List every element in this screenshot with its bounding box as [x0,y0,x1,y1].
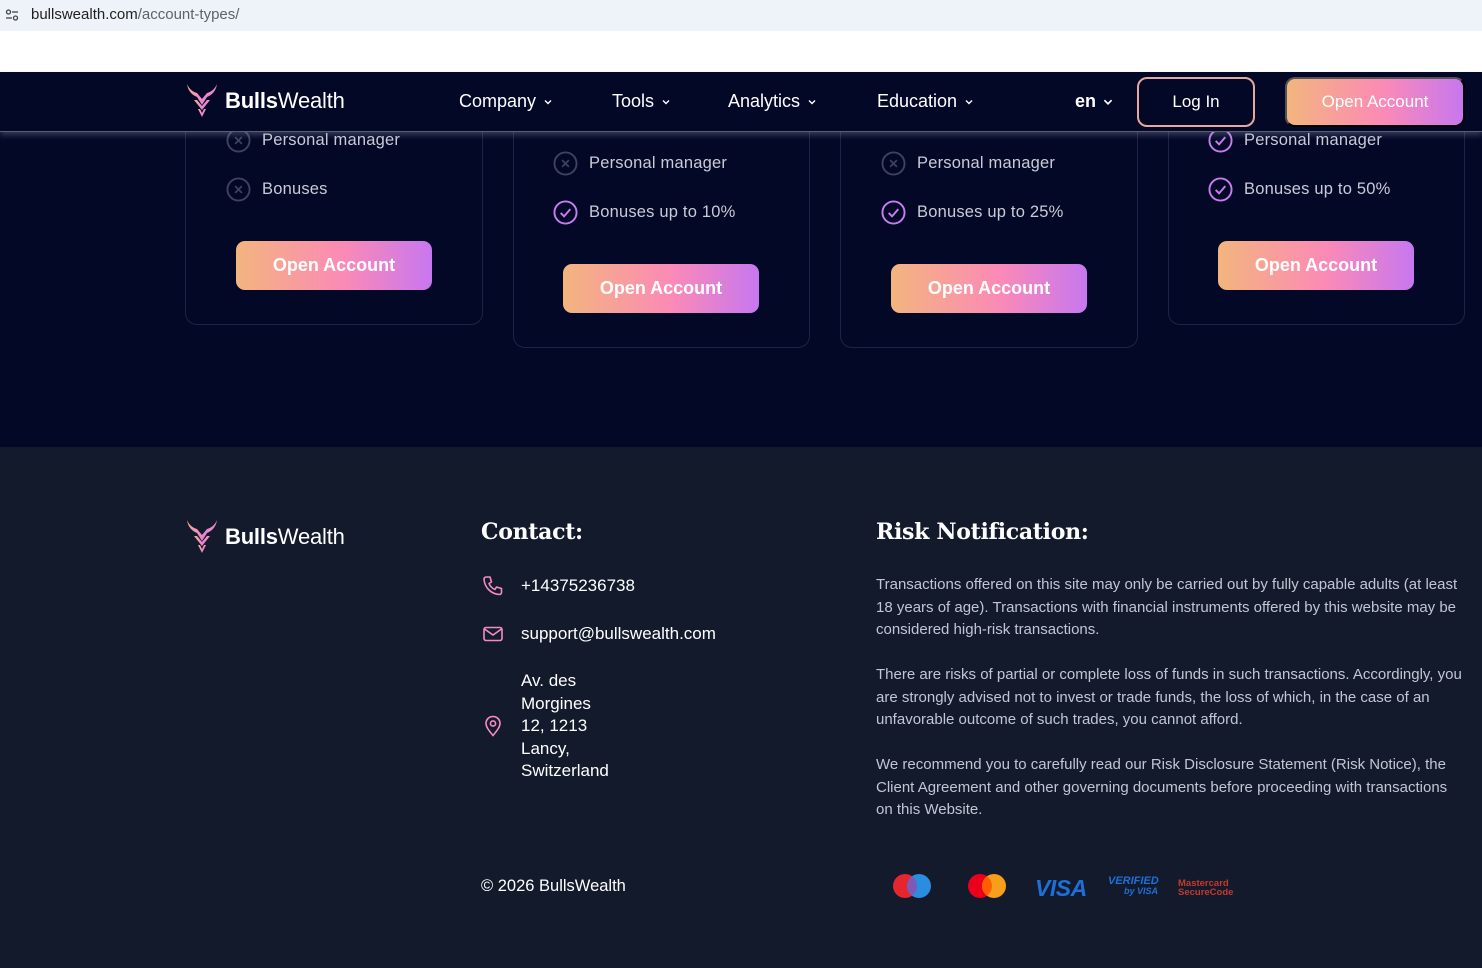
address-line: Lancy, [521,738,570,758]
verified-text: VERIFIED [1108,875,1159,887]
risk-paragraph: We recommend you to carefully read our R… [876,756,1448,818]
chevron-down-icon [544,99,552,104]
site-header: BullsWealth Company Tools Analytics Educ… [0,72,1482,132]
footer-logo[interactable]: BullsWealth [185,519,345,555]
open-account-button[interactable]: Open Account [563,264,759,313]
feature-personal-manager: Personal manager [553,151,727,176]
logo-light: Wealth [277,524,345,549]
feature-bonuses: Bonuses up to 10% [553,200,736,225]
cross-icon [553,151,578,176]
maestro-logo-icon [893,874,931,898]
feature-bonuses: Bonuses up to 50% [1208,177,1391,202]
verified-by-visa-logo: VERIFIED by VISA [1108,876,1162,910]
feature-label: Bonuses [262,180,328,198]
mastercard-logo-icon [968,874,1006,898]
feature-label: Personal manager [1244,131,1383,149]
feature-label: Personal manager [917,154,1056,172]
check-icon [553,200,578,225]
chevron-down-icon [808,99,816,104]
logo-light: Wealth [277,88,345,113]
browser-address-bar: bullswealth.com/account-types/ [0,0,1482,31]
header-logo[interactable]: BullsWealth [185,83,345,119]
feature-personal-manager: Personal manager [881,151,1055,176]
cross-icon [226,177,251,202]
address-line: Switzerland [521,761,609,780]
securecode-text: SecureCode [1178,887,1234,898]
feature-label: Personal manager [589,154,728,172]
visa-logo: VISA [1035,875,1087,901]
feature-label: Bonuses up to 10% [589,203,736,221]
nav-analytics[interactable]: Analytics [728,91,817,112]
feature-label: Personal manager [262,131,401,149]
login-button[interactable]: Log In [1137,77,1255,127]
header-open-account-button[interactable]: Open Account [1285,77,1465,127]
by-visa-text: by VISA [1123,886,1158,896]
nav-education[interactable]: Education [877,91,974,112]
phone-row[interactable]: +14375236738 [481,574,635,598]
risk-paragraph: Transactions offered on this site may on… [876,576,1458,638]
feature-label: Bonuses up to 50% [1244,180,1391,198]
logo-bold: Bulls [225,88,278,113]
url-path: /account-types/ [137,6,240,23]
chevron-down-icon [662,99,670,104]
address-line: Morgines [521,693,591,713]
nav-label: Tools [612,91,655,111]
language-selector[interactable]: en [1075,91,1114,112]
risk-heading: Risk Notification: [876,519,1089,545]
nav-label: Analytics [728,91,801,111]
logo-wordmark: BullsWealth [225,524,345,550]
logo-bold: Bulls [225,524,278,549]
risk-paragraph: There are risks of partial or complete l… [876,666,1462,728]
feature-label: Bonuses up to 25% [917,203,1064,221]
mail-icon [483,626,503,642]
check-icon [881,200,906,225]
url-field[interactable]: bullswealth.com/account-types/ [31,6,239,23]
phone-number: +14375236738 [521,576,635,595]
bull-logo-icon [187,520,217,553]
site-footer: BullsWealth Contact: +14375236738 suppor… [0,447,1482,968]
email-row[interactable]: support@bullswealth.com [481,622,716,646]
language-label: en [1075,91,1097,111]
site-info-icon[interactable] [5,8,19,22]
open-account-button[interactable]: Open Account [236,241,432,290]
address-line: Av. des [521,671,577,690]
location-pin-icon [485,715,501,737]
copyright: © 2026 BullsWealth [481,877,626,895]
email-address: support@bullswealth.com [521,624,716,643]
address-line: 12, 1213 [521,716,588,735]
url-domain: bullswealth.com [31,6,138,23]
open-account-button[interactable]: Open Account [1218,241,1414,290]
chevron-down-icon [965,99,973,104]
address: Av. des Morgines 12, 1213 Lancy, Switzer… [521,670,631,783]
open-account-button[interactable]: Open Account [891,264,1087,313]
feature-bonuses: Bonuses up to 25% [881,200,1064,225]
contact-heading: Contact: [481,519,583,545]
nav-label: Company [459,91,537,111]
nav-company[interactable]: Company [459,91,553,112]
nav-label: Education [877,91,958,111]
check-icon [1208,177,1233,202]
nav-tools[interactable]: Tools [612,91,671,112]
chevron-down-icon [1103,99,1113,105]
bull-logo-icon [187,84,217,117]
visa-text: VISA [1035,874,1087,901]
cross-icon [881,151,906,176]
phone-icon [483,576,503,596]
page-top-blank [0,31,1482,72]
logo-wordmark: BullsWealth [225,88,345,114]
feature-bonuses: Bonuses [226,177,328,202]
mastercard-securecode-logo: Mastercard SecureCode [1178,879,1240,913]
